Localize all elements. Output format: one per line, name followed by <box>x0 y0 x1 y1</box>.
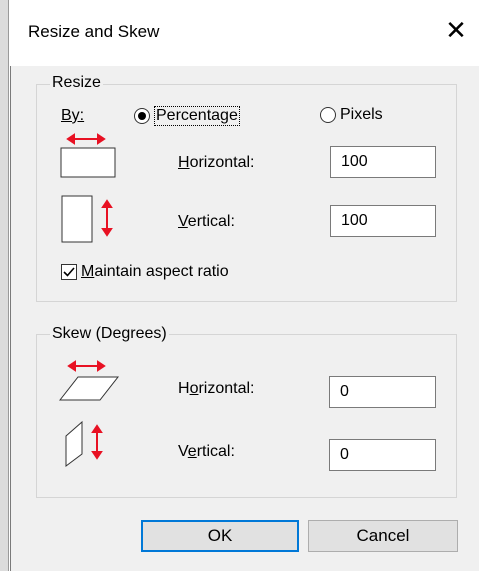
by-label: By: <box>61 107 85 124</box>
skew-group-label: Skew (Degrees) <box>50 325 169 343</box>
resize-horizontal-icon <box>60 133 116 178</box>
dialog-title: Resize and Skew <box>28 22 160 41</box>
skew-horizontal-icon <box>58 360 120 401</box>
skew-horizontal-input[interactable] <box>329 376 436 408</box>
percentage-radio[interactable]: Percentage <box>134 106 240 126</box>
resize-horizontal-input[interactable] <box>330 146 436 178</box>
maintain-aspect-checkbox[interactable]: Maintain aspect ratio <box>61 263 229 281</box>
background-window-edge <box>0 0 9 571</box>
ok-button[interactable]: OK <box>141 520 299 552</box>
checkmark-icon <box>63 267 75 277</box>
skew-group <box>36 334 457 498</box>
percentage-radio-circle[interactable] <box>134 108 150 124</box>
resize-horizontal-label: Horizontal: <box>178 154 255 171</box>
close-icon: ✕ <box>445 15 467 45</box>
skew-horizontal-label: Horizontal: <box>178 380 255 397</box>
percentage-radio-label[interactable]: Percentage <box>154 106 240 126</box>
skew-vertical-input[interactable] <box>329 439 436 471</box>
skew-vertical-label: Vertical: <box>178 443 235 460</box>
resize-group-label: Resize <box>50 74 103 92</box>
maintain-aspect-label[interactable]: Maintain aspect ratio <box>81 263 229 281</box>
resize-vertical-input[interactable] <box>330 205 436 237</box>
pixels-radio-label[interactable]: Pixels <box>340 106 383 124</box>
pixels-radio[interactable]: Pixels <box>320 106 383 124</box>
resize-vertical-label: Vertical: <box>178 213 235 230</box>
resize-vertical-icon <box>61 195 113 243</box>
close-button[interactable]: ✕ <box>440 14 472 46</box>
skew-vertical-icon <box>65 420 103 467</box>
pixels-radio-circle[interactable] <box>320 107 336 123</box>
maintain-aspect-checkbox-box[interactable] <box>61 264 77 280</box>
cancel-button[interactable]: Cancel <box>308 520 458 552</box>
